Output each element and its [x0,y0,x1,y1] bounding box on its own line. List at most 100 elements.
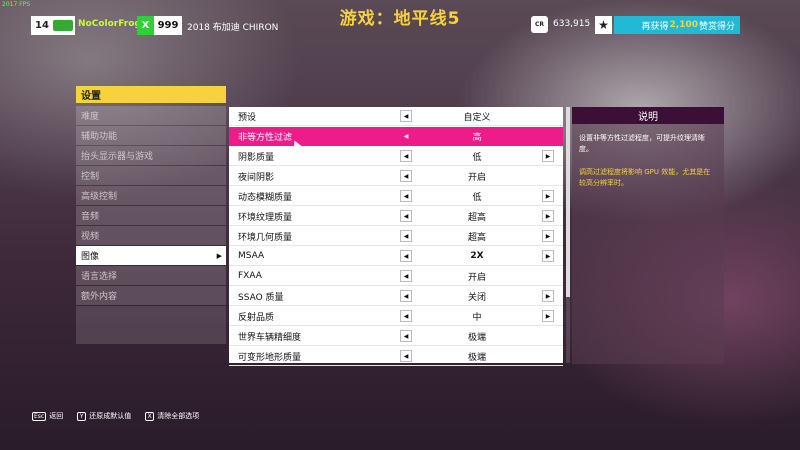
arrow-right-icon[interactable]: ▶ [542,210,554,222]
back-button[interactable]: Esc 返回 [32,411,63,421]
xp-prefix: 再获得 [641,21,669,32]
y-key-icon: Y [77,411,87,421]
settings-header: 设置 [76,86,226,103]
scrollbar-thumb[interactable] [566,107,570,297]
setting-label: 世界车辆精细度 [238,332,302,343]
setting-value: 低 [472,152,482,163]
reset-defaults-button[interactable]: Y 还原成默认值 [77,411,131,421]
setting-row-ssao-quality[interactable]: SSAO 质量 ◀ 关闭 ▶ [229,287,563,306]
setting-value: 开启 [467,272,486,283]
arrow-left-icon[interactable]: ◀ [400,310,412,322]
sidebar-item-label: 高级控制 [81,192,118,202]
sidebar-item-extra-content[interactable]: 额外内容 [76,286,226,305]
arrow-right-icon[interactable]: ▶ [542,250,554,262]
sidebar-item-label: 音频 [81,212,100,222]
setting-label: 环境纹理质量 [238,212,293,223]
settings-scrollbar[interactable] [566,107,570,363]
setting-row-reflection-quality[interactable]: 反射品质 ◀ 中 ▶ [229,307,563,326]
arrow-left-icon[interactable]: ◀ [400,110,412,122]
setting-label: 非等方性过滤 [238,133,293,143]
sidebar-item-label: 辅助功能 [81,132,118,142]
arrow-left-icon[interactable]: ◀ [400,210,412,222]
sidebar-item-label: 图像 [81,252,100,262]
setting-row-msaa[interactable]: MSAA ◀ 2X ▶ [229,247,563,266]
x-key-icon: X [145,411,155,421]
sidebar-item-audio[interactable]: 音频 [76,206,226,225]
setting-label: 预设 [238,112,257,123]
sidebar-item-language[interactable]: 语言选择 [76,266,226,285]
setting-row-environment-texture[interactable]: 环境纹理质量 ◀ 超高 ▶ [229,207,563,226]
arrow-left-icon[interactable]: ◀ [400,230,412,242]
reset-label: 还原成默认值 [89,412,132,420]
setting-label: 动态模糊质量 [238,192,293,203]
chevron-right-icon: ▶ [216,251,222,260]
sidebar-item-label: 难度 [81,112,100,122]
setting-label: FXAA [238,271,262,281]
arrow-left-icon[interactable]: ◀ [400,250,412,262]
sidebar-item-difficulty[interactable]: 难度 [76,106,226,125]
sidebar-item-label: 抬头显示器与游戏 [81,152,154,162]
arrow-left-icon[interactable]: ◀ [400,150,412,162]
xp-value: 2,100 [669,20,698,30]
arrow-left-icon[interactable]: ◀ [400,190,412,202]
credits-value: 633,915 [553,19,591,29]
clear-all-button[interactable]: X 清除全部选项 [145,411,199,421]
setting-value: 超高 [467,232,486,243]
esc-key-icon: Esc [32,411,47,421]
setting-row-fxaa[interactable]: FXAA ◀ 开启 [229,267,563,286]
description-text: 设置非等方性过滤程度，可提升纹理清晰度。 [579,134,705,153]
setting-row-night-shadows[interactable]: 夜间阴影 ◀ 开启 [229,167,563,186]
arrow-left-icon[interactable]: ◀ [400,330,412,342]
setting-value: 2X [470,251,484,261]
sidebar-item-label: 额外内容 [81,292,118,302]
sidebar-item-controls[interactable]: 控制 [76,166,226,185]
setting-value: 超高 [467,212,486,223]
credits-icon: CR [531,16,548,33]
setting-row-motion-blur[interactable]: 动态模糊质量 ◀ 低 ▶ [229,187,563,206]
setting-value: 低 [472,192,482,203]
setting-label: 环境几何质量 [238,232,293,243]
arrow-left-icon[interactable]: ◀ [400,290,412,302]
arrow-left-icon[interactable]: ◀ [400,170,412,182]
clear-label: 清除全部选项 [157,412,200,420]
arrow-right-icon[interactable]: ▶ [542,310,554,322]
arrow-left-icon[interactable]: ◀ [400,350,412,362]
sidebar-item-accessibility[interactable]: 辅助功能 [76,126,226,145]
sidebar-item-label: 控制 [81,172,100,182]
setting-row-deformable-terrain[interactable]: 可变形地形质量 ◀ 极端 [229,347,563,366]
setting-label: 阴影质量 [238,152,275,163]
sidebar-item-advanced-controls[interactable]: 高级控制 [76,186,226,205]
setting-row-shadow-quality[interactable]: 阴影质量 ◀ 低 ▶ [229,147,563,166]
arrow-right-icon[interactable]: ▶ [542,230,554,242]
setting-row-environment-geometry[interactable]: 环境几何质量 ◀ 超高 ▶ [229,227,563,246]
setting-row-anisotropic-filtering[interactable]: 非等方性过滤 ◀ 高 [229,127,563,146]
description-panel: 设置非等方性过滤程度，可提升纹理清晰度。 调高过滤程度将影响 GPU 效能，尤其… [572,124,724,364]
footer-controls: Esc 返回 Y 还原成默认值 X 清除全部选项 [32,411,213,421]
sidebar-item-hud-gameplay[interactable]: 抬头显示器与游戏 [76,146,226,165]
setting-value: 极端 [467,332,486,343]
sidebar-empty-panel [76,306,226,344]
setting-row-preset[interactable]: 预设 ◀ 自定义 [229,107,563,126]
star-icon: ★ [595,16,612,34]
setting-value: 自定义 [463,112,491,123]
setting-label: 反射品质 [238,312,275,323]
xp-progress-bar: 再获得 2,100 赞赏得分 [614,16,740,34]
setting-value: 开启 [467,172,486,183]
arrow-left-icon[interactable]: ◀ [400,270,412,282]
sidebar-item-graphics[interactable]: 图像 ▶ [76,246,226,265]
setting-row-world-car-lod[interactable]: 世界车辆精细度 ◀ 极端 [229,327,563,346]
graphics-settings-list: 预设 ◀ 自定义 非等方性过滤 ◀ 高 阴影质量 ◀ 低 ▶ 夜间阴影 ◀ 开启… [229,107,563,366]
sidebar-item-label: 语言选择 [81,272,118,282]
setting-label: 可变形地形质量 [238,352,302,363]
description-warning: 调高过滤程度将影响 GPU 效能，尤其是在较高分辨率时。 [579,168,711,187]
xp-suffix: 赞赏得分 [698,21,735,32]
arrow-left-icon[interactable]: ◀ [400,131,412,143]
arrow-right-icon[interactable]: ▶ [542,290,554,302]
setting-value: 极端 [467,352,486,363]
arrow-right-icon[interactable]: ▶ [542,150,554,162]
arrow-right-icon[interactable]: ▶ [542,190,554,202]
settings-category-menu: 难度 辅助功能 抬头显示器与游戏 控制 高级控制 音频 视频 图像 ▶ 语言选择 … [76,106,226,344]
setting-value: 关闭 [467,292,486,303]
back-label: 返回 [49,412,64,420]
sidebar-item-video[interactable]: 视频 [76,226,226,245]
